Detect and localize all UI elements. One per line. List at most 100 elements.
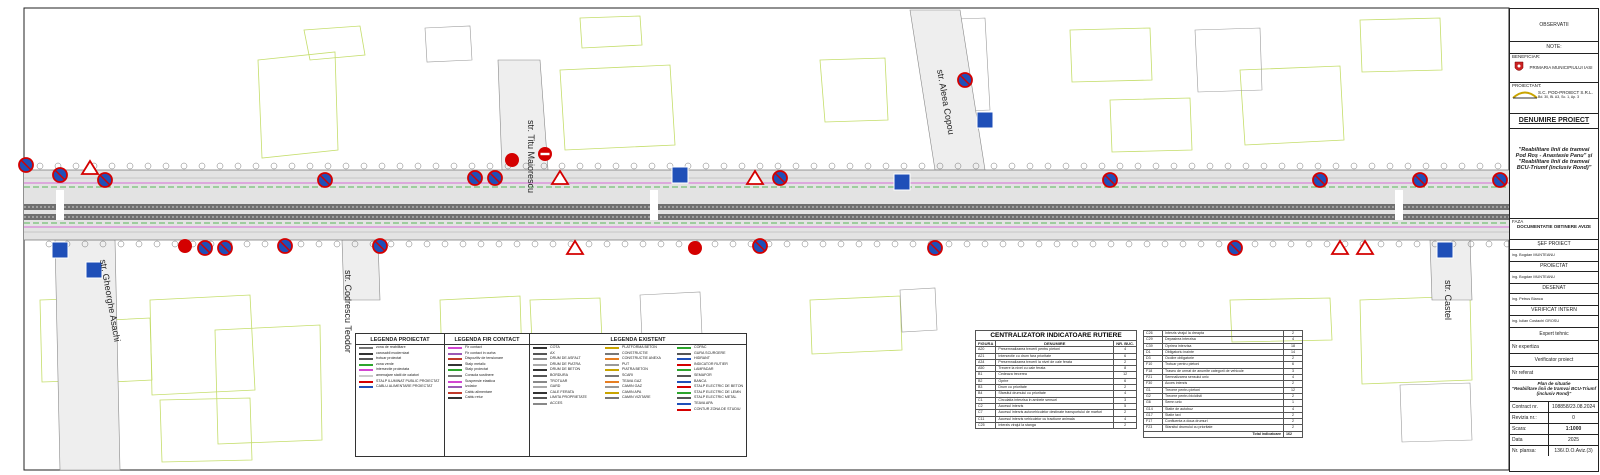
- legend-swatch: [448, 358, 462, 361]
- legend-swatch: [605, 369, 619, 372]
- legend-swatch: [605, 380, 619, 383]
- observatii: OBSERVATII: [1510, 9, 1598, 42]
- legend-item-label: Izolator: [465, 384, 477, 389]
- no-parking-sign-icon: [1492, 172, 1508, 188]
- total-label: Total indicatoare: [1143, 430, 1284, 439]
- no-parking-sign-icon: [197, 240, 213, 256]
- legend-swatch: [448, 374, 462, 377]
- legend-swatch: [533, 369, 547, 372]
- no-parking-sign-icon: [52, 167, 68, 183]
- no-parking-sign-icon: [467, 170, 483, 186]
- legend-fir-title: LEGENDA FIR CONTACT: [445, 336, 529, 345]
- legend-item-label: PUT: [622, 361, 630, 366]
- no-parking-sign-icon: [957, 72, 973, 88]
- legend-item-label: CAMIN GAZ: [622, 384, 642, 389]
- legend-item-label: HIDRANT: [694, 356, 710, 361]
- legend-swatch: [359, 380, 373, 383]
- legend-item-label: STALP ELECTRIC METAL: [694, 395, 737, 400]
- legend-item-label: carosabil modernizat: [376, 350, 410, 355]
- data-value: 2025: [1567, 437, 1580, 443]
- no-parking-sign-icon: [317, 172, 333, 188]
- info-sign-icon: [1436, 241, 1454, 259]
- no-parking-sign-icon: [97, 172, 113, 188]
- no-parking-sign-icon: [772, 170, 788, 186]
- legend-item-label: Dispozitiv de tensionare: [465, 356, 504, 361]
- no-parking-sign-icon: [1102, 172, 1118, 188]
- legend-swatch: [605, 397, 619, 400]
- site-plan-drawing: str. Titu Maiorescu str. Aleea Copou str…: [18, 7, 1511, 471]
- legend-proiectat-title: LEGENDA PROIECTAT: [356, 336, 444, 345]
- legend-item-label: trotuar proiectat: [376, 356, 402, 361]
- plansa-value: 136/.D.O.Aviz.(3): [1554, 448, 1593, 454]
- legend-item-label: AX: [550, 350, 555, 355]
- legend-item-label: TEAVA APA: [694, 400, 713, 405]
- legend-swatch: [448, 397, 462, 400]
- legend-item-label: GARD: [550, 384, 561, 389]
- sef-proiect-name: ing. Bogdan MUNTEANU: [1510, 250, 1598, 262]
- legend-swatch: [605, 363, 619, 366]
- no-parking-sign-icon: [372, 238, 388, 254]
- indicator-row: C25 Interzis virajul la stanga 2: [974, 421, 1137, 430]
- col-figura: FIGURA: [974, 339, 997, 348]
- indicator-code: C25: [974, 421, 997, 430]
- indicator-name: Interzis virajul la stanga: [995, 421, 1115, 430]
- no-parking-sign-icon: [752, 238, 768, 254]
- beneficiar-block: BENEFICIAR: PRIMARIA MUNICIPIULUI IASI: [1510, 54, 1598, 83]
- contract-value: 108858/23.08.2024: [1551, 404, 1596, 410]
- legend-item-label: COPAC: [694, 345, 707, 349]
- legend-item-label: TEAVA GAZ: [622, 378, 642, 383]
- legend-swatch: [448, 352, 462, 355]
- legend-swatch: [677, 347, 691, 349]
- legend-item-label: STALP ELECTRIC DE BETON: [694, 384, 744, 389]
- iasi-coat-of-arms-icon: [1514, 61, 1524, 71]
- legend-item-label: zona verde: [376, 361, 394, 366]
- legend-swatch: [533, 347, 547, 349]
- legend-item-label: DRUM DE ASFALT: [550, 356, 581, 361]
- scara-value: 1:1000: [1565, 426, 1582, 432]
- no-parking-sign-icon: [1227, 240, 1243, 256]
- street-label-titu-maiorescu: str. Titu Maiorescu: [526, 120, 536, 193]
- legend-item-label: DRUM DE PIATRA: [550, 361, 581, 366]
- legend-swatch: [533, 352, 547, 355]
- legend-swatch: [359, 358, 373, 361]
- faza-value: DOCUMENTATIE OBTINERE AVIZE: [1516, 224, 1592, 229]
- legend-swatch: [448, 380, 462, 383]
- verificat-name: ing. Iulian Costachi GROSU: [1510, 316, 1598, 328]
- legend-item-label: BANCA: [694, 378, 707, 383]
- centralizator-title: CENTRALIZATOR INDICATOARE RUTIERE: [975, 330, 1137, 340]
- legend-swatch: [359, 369, 373, 372]
- legend-swatch: [533, 386, 547, 389]
- proiectant-info: Bd. 30, Bl. A3, Sc. 1, Ap. 3: [1538, 94, 1580, 99]
- legend-item-label: CAMIN VIZITARE: [622, 395, 651, 400]
- legend-item-label: Cablu retur: [465, 395, 483, 400]
- legend-swatch: [533, 397, 547, 400]
- legend-swatch: [605, 352, 619, 355]
- info-sign-icon: [976, 111, 994, 129]
- project-name: "Reabilitare linii de tramvai Pod Roș - …: [1510, 129, 1598, 219]
- legend-swatch: [677, 391, 691, 394]
- legend-item: CABLU ALIMENTARE PROIECTAT: [356, 384, 444, 390]
- legend-item-label: Consola sustinere: [465, 372, 494, 377]
- legend-item-label: CONSTRUCTIE ANEXA: [622, 356, 661, 361]
- legend-swatch: [448, 363, 462, 366]
- no-entry-sign-icon: [538, 147, 552, 161]
- legend-item-label: STALP ELECTRIC DE LEMN: [694, 389, 741, 394]
- legend-swatch: [533, 391, 547, 394]
- legend-swatch: [359, 347, 373, 349]
- legend-swatch: [605, 358, 619, 361]
- street-label-codrescu: str. Codrescu Teodor: [343, 270, 353, 353]
- legend-swatch: [448, 386, 462, 389]
- legend-swatch: [533, 358, 547, 361]
- legend-item-label: PLATFORMA BETON: [622, 345, 657, 349]
- faza-block: FAZA DOCUMENTATIE OBTINERE AVIZE: [1510, 219, 1598, 240]
- street-label-castel: str. Castel: [1443, 280, 1453, 320]
- legend-item-label: ACCES: [550, 400, 563, 405]
- centralizator-table-1: CENTRALIZATOR INDICATOARE RUTIERE FIGURA…: [974, 330, 1137, 430]
- stop-sign-icon: [688, 241, 702, 255]
- no-parking-sign-icon: [487, 170, 503, 186]
- legend-item-label: INDICATOR RUTIER: [694, 361, 728, 366]
- legend-item: Cablu retur: [445, 395, 529, 401]
- legend-swatch: [533, 374, 547, 377]
- scara-row: Scara: 1:1000: [1510, 424, 1598, 435]
- legend-swatch: [448, 391, 462, 394]
